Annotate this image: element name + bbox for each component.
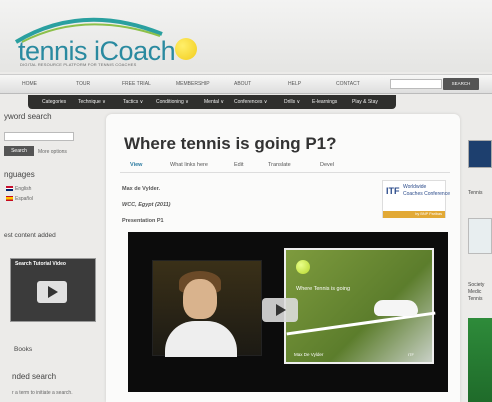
tab-translate[interactable]: Translate (268, 162, 291, 168)
presenter-shirt (165, 321, 237, 357)
play-icon (37, 281, 67, 303)
main-content: Where tennis is going P1? View What link… (106, 114, 460, 402)
subnav-conditioning[interactable]: Conditioning ∨ (156, 99, 189, 105)
tennis-shoe (374, 300, 418, 316)
language-spanish-label: Español (15, 196, 34, 202)
language-spanish-link[interactable]: Español (6, 196, 33, 202)
right-sidebar: Tennis Society Medic Tennis (466, 114, 492, 402)
advanced-search-hint: r a term to initiate a search. (12, 390, 73, 396)
header-search-input[interactable] (390, 79, 442, 89)
tab-view[interactable]: View (130, 162, 142, 168)
right-label-tennis: Tennis (468, 190, 483, 196)
tab-what-links-here[interactable]: What links here (170, 162, 208, 168)
site-header: tennis iCoach DIGITAL RESOURCE PLATFORM … (0, 0, 492, 72)
subnav-tactics[interactable]: Tactics ∨ (123, 99, 143, 105)
tutorial-video-title: Search Tutorial Video (15, 261, 66, 267)
nav-free-trial[interactable]: FREE TRIAL (122, 81, 151, 87)
presentation-label: Presentation P1 (122, 218, 164, 224)
site-logo[interactable]: tennis iCoach DIGITAL RESOURCE PLATFORM … (12, 8, 197, 68)
header-search-button[interactable]: SEARCH (443, 78, 479, 90)
slide-presenter-name: Max De Vylder (294, 352, 324, 357)
tabs-divider (120, 172, 450, 173)
advanced-search-heading: nded search (12, 372, 57, 381)
latest-content-heading: est content added (4, 232, 56, 239)
keyword-search-input[interactable] (4, 132, 74, 141)
language-english-link[interactable]: English (6, 186, 31, 192)
subnav-categories[interactable]: Categories (42, 99, 66, 105)
itf-sponsor-bar: by BNP Paribas (383, 211, 445, 218)
subnav-e-learnings[interactable]: E-learnings (312, 99, 337, 105)
video-play-button[interactable] (262, 298, 298, 322)
tab-devel[interactable]: Devel (320, 162, 334, 168)
itf-logo: ITF (386, 186, 400, 196)
tennis-ball-icon (296, 260, 310, 274)
logo-subtitle: DIGITAL RESOURCE PLATFORM FOR TENNIS COA… (20, 62, 137, 67)
keyword-search-heading: yword search (4, 112, 52, 121)
right-banner-1[interactable] (468, 140, 492, 168)
left-sidebar: yword search Search More options nguages… (0, 110, 100, 402)
subnav-drills[interactable]: Drills ∨ (284, 99, 300, 105)
languages-heading: nguages (4, 170, 35, 179)
tennis-ball-icon (175, 38, 197, 60)
subnav-mental[interactable]: Mental ∨ (204, 99, 224, 105)
subnav-conferences[interactable]: Conferences ∨ (234, 99, 267, 105)
subnav-technique[interactable]: Technique ∨ (78, 99, 106, 105)
uk-flag-icon (6, 186, 13, 192)
books-heading: Books (14, 346, 33, 353)
right-banner-2[interactable] (468, 218, 492, 254)
top-navigation: HOME TOUR FREE TRIAL MEMBERSHIP ABOUT HE… (0, 74, 492, 94)
nav-about[interactable]: ABOUT (234, 81, 251, 87)
subnav-play-and-stay[interactable]: Play & Stay (352, 99, 378, 105)
nav-contact[interactable]: CONTACT (336, 81, 360, 87)
event-name: WCC, Egypt (2011) (122, 202, 171, 208)
more-options-link[interactable]: More options (38, 149, 67, 155)
nav-help[interactable]: HELP (288, 81, 301, 87)
right-banner-3[interactable] (468, 318, 492, 402)
video-player[interactable]: Where Tennis is going Max De Vylder ITF (128, 232, 448, 392)
itf-conference-badge: ITF Worldwide Coaches Conference by BNP P… (382, 180, 450, 218)
tutorial-video-thumbnail[interactable]: Search Tutorial Video (10, 258, 96, 322)
itf-badge-text: Worldwide Coaches Conference (403, 184, 450, 198)
category-navigation: Categories Technique ∨ Tactics ∨ Conditi… (28, 95, 396, 109)
presentation-slide: Where Tennis is going Max De Vylder ITF (284, 248, 436, 364)
tab-edit[interactable]: Edit (234, 162, 243, 168)
spain-flag-icon (6, 196, 13, 202)
nav-home[interactable]: HOME (22, 81, 37, 87)
itf-badge-line2: Coaches Conference (403, 191, 450, 197)
language-english-label: English (15, 186, 32, 192)
itf-badge-line1: Worldwide (403, 184, 427, 190)
nav-membership[interactable]: MEMBERSHIP (176, 81, 210, 87)
slide-itf-mark: ITF (408, 352, 414, 357)
presenter-face (183, 279, 217, 319)
keyword-search-button[interactable]: Search (4, 146, 34, 156)
author-name: Max de Vylder. (122, 186, 161, 192)
presenter-photo (152, 260, 262, 357)
right-label-society: Society Medic Tennis (468, 282, 485, 302)
nav-tour[interactable]: TOUR (76, 81, 90, 87)
page-title: Where tennis is going P1? (124, 134, 337, 153)
slide-title: Where Tennis is going (296, 286, 351, 292)
